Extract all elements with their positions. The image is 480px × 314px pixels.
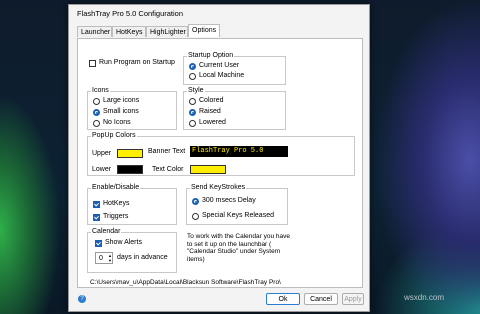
options-pane: Run Program on Startup Startup Option Cu… [77,38,363,288]
days-spinner[interactable]: 0 ▲ ▼ [95,252,113,264]
startup-option-group: Startup Option Current User Local Machin… [183,52,286,85]
help-icon[interactable]: ? [78,295,86,303]
banner-text-label: Banner Text [148,148,186,155]
lower-color-label: Lower [92,166,112,173]
icons-title: Icons [91,87,110,95]
tab-hotkeys[interactable]: HotKeys [112,26,146,37]
lower-color-swatch[interactable] [117,165,143,174]
special-keys-radio[interactable] [192,213,199,220]
send-keystrokes-group: Send KeyStrokes 300 msecs Delay Special … [186,184,288,225]
hotkeys-checkbox[interactable] [93,201,100,208]
enable-disable-group: Enable/Disable HotKeys Triggers [87,184,177,225]
local-machine-label: Local Machine [199,72,245,79]
colored-label: Colored [199,97,224,104]
calendar-title: Calendar [91,228,122,236]
calendar-group: Calendar Show Alerts 0 ▲ ▼ days in advan… [87,228,177,273]
local-machine-radio[interactable] [189,73,196,80]
large-icons-label: Large icons [103,97,140,104]
startup-option-title: Startup Option [187,52,235,60]
triggers-label: Triggers [103,213,129,220]
current-user-radio[interactable] [189,63,196,70]
triggers-checkbox[interactable] [93,214,100,221]
enable-disable-title: Enable/Disable [91,184,141,192]
install-path: C:\Users\mav_u\AppData\Local\Blacksun So… [90,279,281,286]
style-title: Style [187,87,205,95]
show-alerts-label: Show Alerts [105,239,142,246]
window-title: FlashTray Pro 5.0 Configuration [77,9,184,18]
text-color-swatch[interactable] [190,165,226,174]
hotkeys-label: HotKeys [103,200,130,207]
days-value: 0 [99,255,103,262]
banner-text-field[interactable]: FlashTray Pro 5.0 [190,146,288,157]
upper-color-label: Upper [92,150,112,157]
spin-down-icon[interactable]: ▼ [107,258,113,263]
raised-label: Raised [199,108,221,115]
days-in-advance-label: days in advance [117,254,168,261]
current-user-label: Current User [199,62,240,69]
colored-radio[interactable] [189,98,196,105]
calendar-note: To work with the Calendar you have to se… [187,233,290,263]
small-icons-radio[interactable] [93,109,100,116]
no-icons-label: No Icons [103,119,131,126]
special-keys-label: Special Keys Released [202,212,274,219]
popup-colors-title: PopUp Colors [91,132,137,140]
config-window: FlashTray Pro 5.0 Configuration Launcher… [68,4,370,312]
icons-group: Icons Large icons Small icons No Icons [87,87,177,130]
tab-highlighter[interactable]: HighLighter [146,26,188,37]
lowered-radio[interactable] [189,120,196,127]
send-keystrokes-title: Send KeyStrokes [190,184,247,192]
text-color-label: Text Color [152,166,184,173]
watermark: wsxdn.com [404,293,445,302]
delay-label: 300 msecs Delay [202,197,256,204]
raised-radio[interactable] [189,109,196,116]
small-icons-label: Small icons [103,108,139,115]
title-bar: FlashTray Pro 5.0 Configuration [69,5,369,21]
cancel-button[interactable]: Cancel [304,293,338,305]
delay-radio[interactable] [192,198,199,205]
run-on-startup-label: Run Program on Startup [99,59,175,66]
apply-button[interactable]: Apply [342,293,364,305]
tab-launcher[interactable]: Launcher [77,26,112,37]
show-alerts-checkbox[interactable] [95,240,102,247]
large-icons-radio[interactable] [93,98,100,105]
tab-options[interactable]: Options [188,24,220,37]
upper-color-swatch[interactable] [117,149,143,158]
run-on-startup-checkbox[interactable] [89,60,96,67]
ok-button[interactable]: Ok [266,293,300,305]
no-icons-radio[interactable] [93,120,100,127]
style-group: Style Colored Raised Lowered [183,87,286,130]
lowered-label: Lowered [199,119,226,126]
